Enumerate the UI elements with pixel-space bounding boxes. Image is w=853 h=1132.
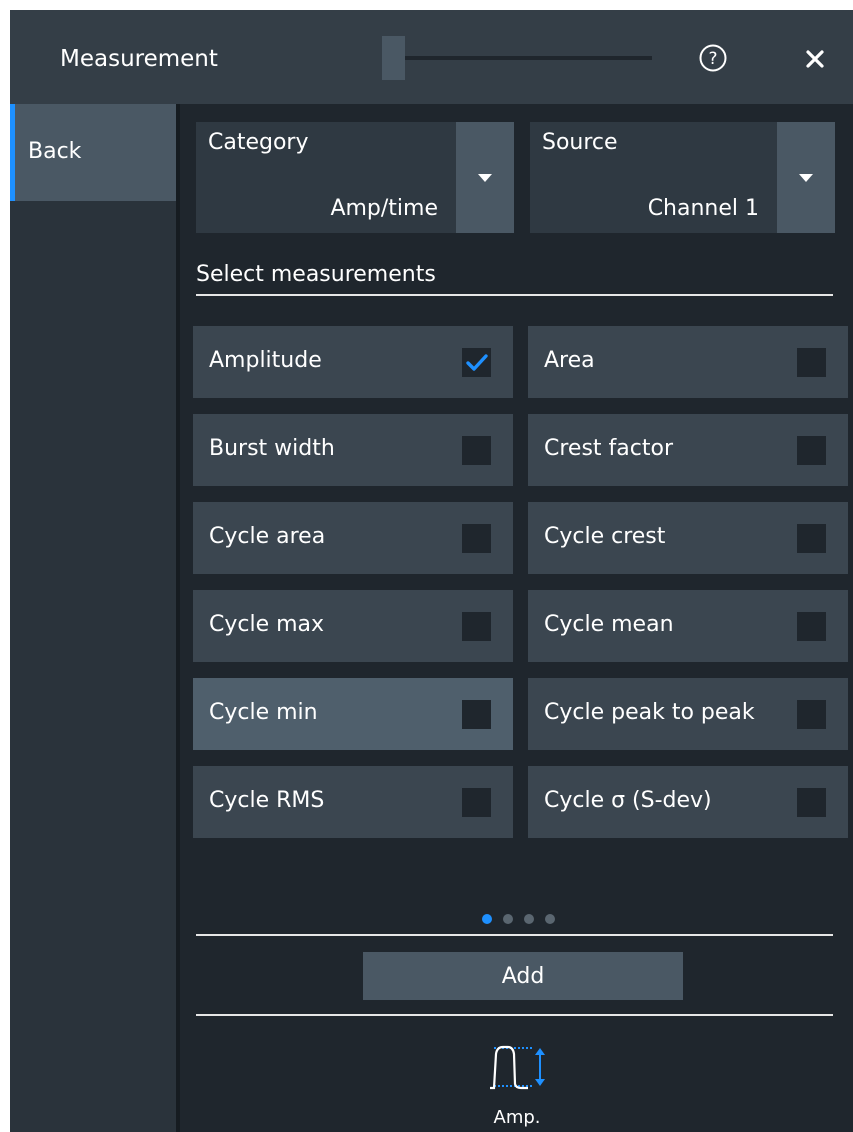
amplitude-waveform-icon <box>490 1045 545 1090</box>
source-dropdown[interactable]: Source Channel 1 <box>530 122 835 233</box>
measurement-label: Cycle min <box>209 700 318 725</box>
add-button[interactable]: Add <box>363 952 683 1000</box>
measurement-tile[interactable]: Crest factor <box>528 414 848 486</box>
measurement-label: Amplitude <box>209 348 322 373</box>
dialog-header[interactable]: Measurement ? <box>10 10 853 104</box>
nav-divider <box>176 104 180 1132</box>
drag-handle[interactable] <box>382 36 405 80</box>
measurement-tile[interactable]: Amplitude <box>193 326 513 398</box>
measurement-checkbox[interactable] <box>797 700 826 729</box>
page-dot[interactable] <box>524 914 534 924</box>
checkmark-icon <box>465 353 488 371</box>
measurement-checkbox[interactable] <box>797 524 826 553</box>
measurement-checkbox[interactable] <box>797 436 826 465</box>
measurement-label: Cycle mean <box>544 612 674 637</box>
category-label: Category <box>208 130 309 155</box>
measurement-label: Area <box>544 348 595 373</box>
page-dot[interactable] <box>545 914 555 924</box>
separator-top <box>196 934 833 936</box>
page-dot[interactable] <box>482 914 492 924</box>
category-value: Amp/time <box>330 196 438 221</box>
source-label: Source <box>542 130 618 155</box>
measurement-tile[interactable]: Cycle mean <box>528 590 848 662</box>
measurement-checkbox[interactable] <box>462 348 491 377</box>
measurement-label: Cycle RMS <box>209 788 325 813</box>
measurement-tile[interactable]: Area <box>528 326 848 398</box>
left-nav: Back <box>10 104 176 1132</box>
measurement-tile[interactable]: Cycle RMS <box>193 766 513 838</box>
measurement-label: Cycle max <box>209 612 325 637</box>
measurement-label: Cycle peak to peak <box>544 700 755 725</box>
chevron-down-icon <box>478 173 492 182</box>
separator-bottom <box>196 1014 833 1016</box>
active-indicator <box>10 104 15 201</box>
measurement-tile[interactable]: Burst width <box>193 414 513 486</box>
measurement-tile[interactable]: Cycle area <box>193 502 513 574</box>
measurement-tile[interactable]: Cycle peak to peak <box>528 678 848 750</box>
chevron-down-icon <box>799 173 813 182</box>
measurement-dialog: Measurement ? Back Category Amp/time Sou <box>10 10 853 1132</box>
measurement-tile[interactable]: Cycle max <box>193 590 513 662</box>
page-indicator[interactable] <box>482 914 555 926</box>
measurement-checkbox[interactable] <box>462 788 491 817</box>
back-button[interactable]: Back <box>10 104 176 201</box>
measurement-label: Cycle area <box>209 524 326 549</box>
measurement-checkbox[interactable] <box>797 612 826 641</box>
section-title: Select measurements <box>196 262 436 287</box>
measurement-checkbox[interactable] <box>797 348 826 377</box>
measurement-label: Burst width <box>209 436 335 461</box>
measurement-checkbox[interactable] <box>462 700 491 729</box>
quick-measurement-amp[interactable]: Amp. <box>488 1036 558 1132</box>
measurement-checkbox[interactable] <box>797 788 826 817</box>
close-icon[interactable] <box>800 44 830 74</box>
source-value: Channel 1 <box>647 196 759 221</box>
back-label: Back <box>28 139 82 164</box>
help-icon[interactable]: ? <box>698 43 728 73</box>
dialog-title: Measurement <box>60 46 218 72</box>
quick-measurement-label: Amp. <box>493 1107 541 1128</box>
measurement-tile[interactable]: Cycle σ (S-dev) <box>528 766 848 838</box>
measurement-label: Cycle σ (S-dev) <box>544 788 712 813</box>
category-dropdown[interactable]: Category Amp/time <box>196 122 514 233</box>
measurement-label: Crest factor <box>544 436 673 461</box>
source-dropdown-arrow[interactable] <box>777 122 835 233</box>
measurement-label: Cycle crest <box>544 524 666 549</box>
measurement-tile[interactable]: Cycle crest <box>528 502 848 574</box>
page-dot[interactable] <box>503 914 513 924</box>
section-divider <box>196 294 833 296</box>
measurement-checkbox[interactable] <box>462 524 491 553</box>
drag-track <box>382 56 652 60</box>
measurement-checkbox[interactable] <box>462 436 491 465</box>
category-dropdown-arrow[interactable] <box>456 122 514 233</box>
measurement-checkbox[interactable] <box>462 612 491 641</box>
svg-text:?: ? <box>708 49 717 69</box>
measurement-tile[interactable]: Cycle min <box>193 678 513 750</box>
